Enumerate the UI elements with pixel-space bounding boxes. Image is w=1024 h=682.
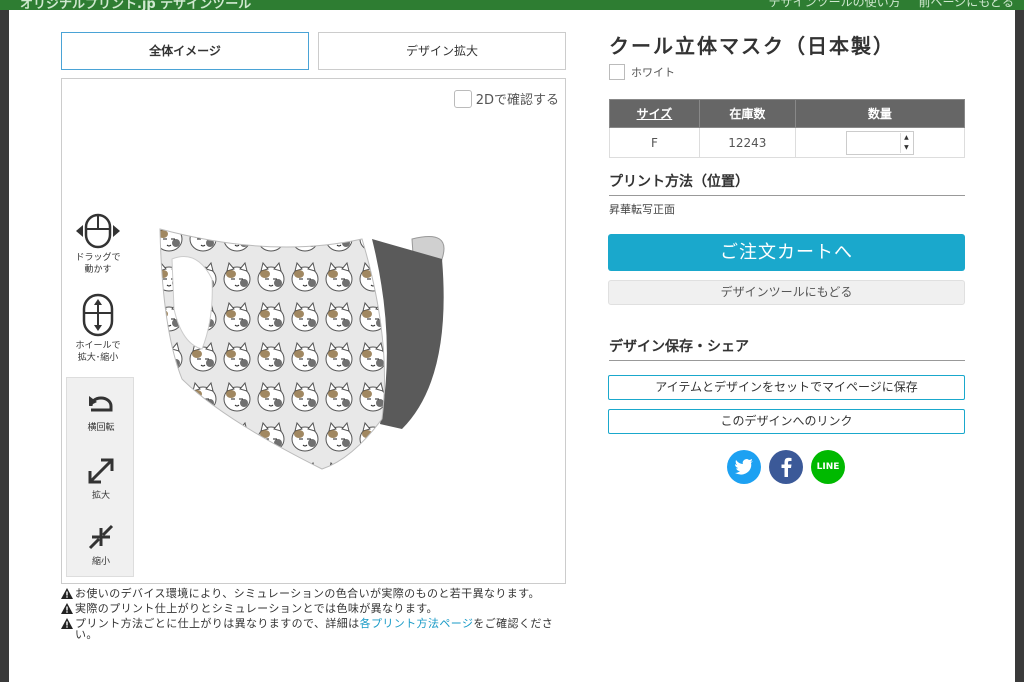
facebook-share-button[interactable] [769,450,803,484]
back-to-design-tool-button[interactable]: デザインツールにもどる [608,280,965,305]
warning-icon [61,603,73,614]
quantity-stepper[interactable]: ▲ ▼ [845,130,914,155]
mask-3d-model[interactable] [152,219,482,493]
note-text: プリント方法ごとに仕上がりは異なりますので、詳細は各プリント方法ページをご確認く… [75,618,566,640]
wheel-hint-text: ホイールで 拡大･縮小 [75,341,121,363]
expand-icon [88,458,114,484]
color-swatch[interactable] [609,64,625,80]
drag-hint: ドラッグで 動かす [68,213,128,276]
qty-header: 数量 [794,99,966,128]
note-item: 実際のプリント仕上がりとシミュレーションとでは色味が異なります。 [61,603,566,614]
tab-overall-image[interactable]: 全体イメージ [61,32,309,70]
usage-link[interactable]: デザインツールの使い方 [769,0,901,9]
tab-design-zoom[interactable]: デザイン拡大 [318,32,566,70]
shrink-icon [88,524,114,550]
background-strip [1015,10,1024,682]
mouse-drag-icon [76,213,120,249]
zoom-out-label: 縮小 [91,557,110,567]
twitter-share-button[interactable] [727,450,761,484]
line-share-button[interactable]: LINE [811,450,845,484]
rotate-label: 横回転 [87,423,115,433]
zoom-out-button[interactable]: 縮小 [67,522,135,567]
toggle-2d-label: 2Dで確認する [475,93,559,108]
size-cell: F [609,127,700,158]
save-share-heading: デザイン保存・シェア [609,336,965,361]
note-item: お使いのデバイス環境により、シミュレーションの色合いが実際のものと若干異なります… [61,588,566,599]
prev-page-link[interactable]: 前ページにもどる [918,0,1014,9]
note-text-before: プリント方法ごとに仕上がりは異なりますので、詳細は [75,617,360,630]
note-text: 実際のプリント仕上がりとシミュレーションとでは色味が異なります。 [75,602,438,615]
print-method-value: 昇華転写正面 [609,203,675,216]
drag-hint-text: ドラッグで 動かす [75,253,121,275]
note-item: プリント方法ごとに仕上がりは異なりますので、詳細は各プリント方法ページをご確認く… [61,618,566,640]
table-header-row: サイズ 在庫数 数量 [609,99,966,128]
control-panel: 横回転 拡大 縮小 [66,377,134,577]
stock-table: サイズ 在庫数 数量 F 12243 ▲ ▼ [609,99,966,158]
qty-cell: ▲ ▼ [794,127,966,158]
mouse-wheel-icon [82,293,114,337]
spinner-arrows[interactable]: ▲ ▼ [899,132,912,153]
save-to-mypage-button[interactable]: アイテムとデザインをセットでマイページに保存 [608,375,965,400]
toggle-2d-checkbox[interactable] [453,89,472,108]
preview-modal: 全体イメージ デザイン拡大 2Dで確認する ドラッグで 動かす ホイールで 拡大… [9,10,1015,682]
zoom-in-label: 拡大 [91,491,110,501]
twitter-icon [735,459,753,475]
line-icon: LINE [816,462,840,472]
color-label: ホワイト [631,66,675,79]
stock-header: 在庫数 [698,99,796,128]
site-title: オリジナルプリント.jp デザインツール [20,0,252,10]
order-cart-button[interactable]: ご注文カートへ [608,234,965,271]
table-row: F 12243 ▲ ▼ [609,127,966,158]
stock-cell: 12243 [698,127,796,158]
print-method-page-link[interactable]: 各プリント方法ページ [360,617,474,630]
zoom-in-button[interactable]: 拡大 [67,456,135,501]
rotate-button[interactable]: 横回転 [67,390,135,433]
3d-viewer[interactable]: 2Dで確認する ドラッグで 動かす ホイールで 拡大･縮小 横回転 拡大 縮小 [61,78,566,584]
toggle-2d[interactable]: 2Dで確認する [453,89,559,108]
color-option[interactable]: ホワイト [609,64,675,80]
print-method-heading: プリント方法（位置） [609,171,965,196]
notes: お使いのデバイス環境により、シミュレーションの色合いが実際のものと若干異なります… [61,588,566,644]
facebook-icon [781,457,792,477]
rotate-icon [89,396,113,412]
design-link-button[interactable]: このデザインへのリンク [608,409,965,434]
mask-preview-image [159,228,445,470]
size-header-link[interactable]: サイズ [609,99,700,128]
background-header: オリジナルプリント.jp デザインツール デザインツールの使い方 前ページにもど… [0,0,1024,10]
warning-icon [61,588,73,599]
warning-icon [61,618,73,629]
header-links: デザインツールの使い方 前ページにもどる [755,0,1014,10]
note-text: お使いのデバイス環境により、シミュレーションの色合いが実際のものと若干異なります… [75,587,540,600]
wheel-hint: ホイールで 拡大･縮小 [68,293,128,364]
product-title: クール立体マスク（日本製） [609,34,895,58]
